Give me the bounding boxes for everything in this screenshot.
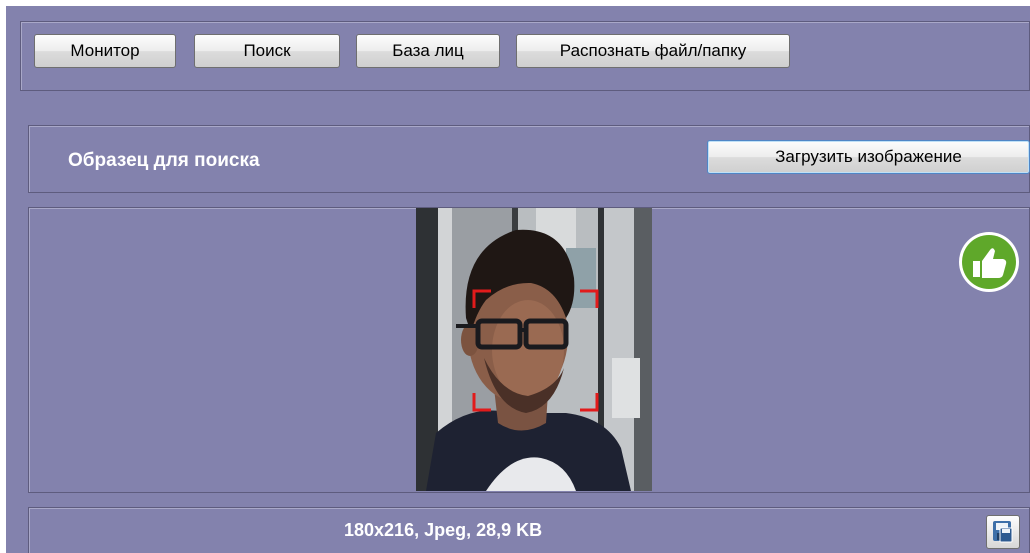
face-search-window: Монитор Поиск База лиц Распознать файл/п… [0,0,1030,553]
monitor-button[interactable]: Монитор [34,34,176,68]
floppy-icon [993,521,1013,543]
recognize-file-folder-button[interactable]: Распознать файл/папку [516,34,790,68]
left-edge [0,0,6,553]
top-edge [0,0,1030,6]
search-button[interactable]: Поиск [194,34,340,68]
image-info-text: 180x216, Jpeg, 28,9 KB [344,520,543,540]
face-database-button[interactable]: База лиц [356,34,500,68]
face-photo [416,208,652,491]
face-photo-graphic [416,208,652,491]
upload-image-button[interactable]: Загрузить изображение [707,140,1030,174]
search-sample-title: Образец для поиска [68,150,260,171]
save-icon[interactable] [986,515,1020,549]
thumbs-up-icon [959,232,1019,292]
